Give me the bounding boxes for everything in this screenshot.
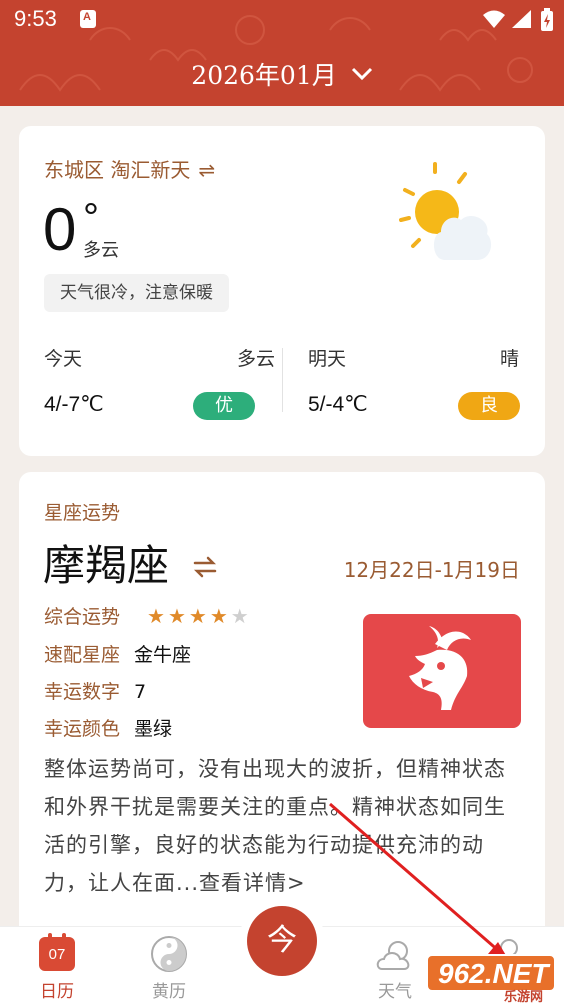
row-label: 幸运数字 [44, 681, 121, 703]
star-filled-icon: ★ [167, 604, 186, 628]
app-header: 9:53 A 2026年01月 [0, 0, 564, 106]
row-label: 速配星座 [44, 644, 121, 666]
row-label: 幸运颜色 [44, 718, 121, 740]
wifi-icon [483, 10, 505, 28]
location-name: 东城区 淘汇新天 [44, 158, 191, 182]
tab-calendar[interactable]: 07 日历 [12, 927, 102, 1004]
chevron-down-icon [351, 67, 372, 81]
row-lucky-number: 幸运数字 7 [44, 677, 146, 704]
row-label: 综合运势 [44, 606, 121, 628]
weather-card[interactable]: 东城区 淘汇新天 ⇌ 0 ° 多云 天气很冷，注意保暖 今天 多云 4/-7℃ 优… [19, 126, 545, 456]
capricorn-badge [363, 614, 521, 728]
notification-icon: A [80, 10, 96, 28]
tomorrow-aqi-badge: 良 [458, 392, 520, 420]
current-condition: 多云 [83, 240, 119, 261]
star-empty-icon: ★ [230, 604, 249, 628]
signal-icon [512, 10, 531, 28]
calendar-icon: 07 [39, 933, 75, 971]
site-watermark: 962.NET 乐游网 [426, 950, 560, 1004]
battery-icon [541, 8, 553, 31]
degree-symbol: ° [83, 196, 99, 240]
month-label: 2026年01月 [191, 61, 337, 90]
star-filled-icon: ★ [188, 604, 207, 628]
location-switcher[interactable]: 东城区 淘汇新天 ⇌ [44, 154, 215, 183]
partly-cloudy-icon [399, 162, 492, 260]
switch-sign-icon[interactable] [193, 556, 217, 578]
zodiac-sign-name: 摩羯座 [43, 541, 170, 590]
sign-date-range: 12月22日-1月19日 [343, 558, 520, 582]
today-aqi-badge: 优 [193, 392, 255, 420]
status-time: 9:53 [14, 6, 57, 31]
tomorrow-range: 5/-4℃ [308, 393, 368, 416]
row-overall: 综合运势 [44, 602, 120, 629]
fortune-description[interactable]: 整体运势尚可，没有出现大的波折，但精神状态和外界干扰是需要关注的重点。精神状态如… [44, 750, 524, 902]
weather-tip: 天气很冷，注意保暖 [44, 274, 229, 312]
row-match: 速配星座 金牛座 [44, 640, 191, 667]
today-button[interactable]: 今 [247, 906, 317, 976]
row-value: 墨绿 [134, 718, 173, 740]
today-range: 4/-7℃ [44, 393, 104, 416]
current-temperature: 0 [43, 196, 77, 263]
notification-glyph: A [83, 11, 91, 23]
status-bar: 9:53 A [0, 0, 564, 40]
month-selector[interactable]: 2026年01月 [0, 56, 564, 92]
section-title: 星座运势 [44, 502, 121, 524]
row-value: 7 [134, 681, 147, 703]
goat-icon [409, 626, 471, 710]
tomorrow-label: 明天 [308, 348, 347, 370]
tomorrow-condition: 晴 [499, 348, 519, 370]
today-label: 今天 [44, 348, 83, 370]
rating-stars: ★ ★ ★ ★ ★ [147, 604, 252, 628]
star-filled-icon: ★ [147, 604, 165, 628]
watermark-subtitle: 乐游网 [504, 990, 544, 1004]
cloud-sun-icon [376, 941, 410, 970]
tab-almanac[interactable]: 黄历 [124, 927, 214, 1004]
divider [282, 348, 283, 412]
tab-label: 日历 [40, 982, 74, 1002]
yin-yang-icon [151, 936, 187, 972]
tab-label: 黄历 [152, 982, 186, 1002]
star-filled-icon: ★ [209, 604, 228, 628]
row-value: 金牛座 [134, 644, 192, 666]
swap-icon: ⇌ [198, 158, 216, 182]
row-lucky-color: 幸运颜色 墨绿 [44, 714, 172, 741]
today-condition: 多云 [236, 348, 275, 370]
